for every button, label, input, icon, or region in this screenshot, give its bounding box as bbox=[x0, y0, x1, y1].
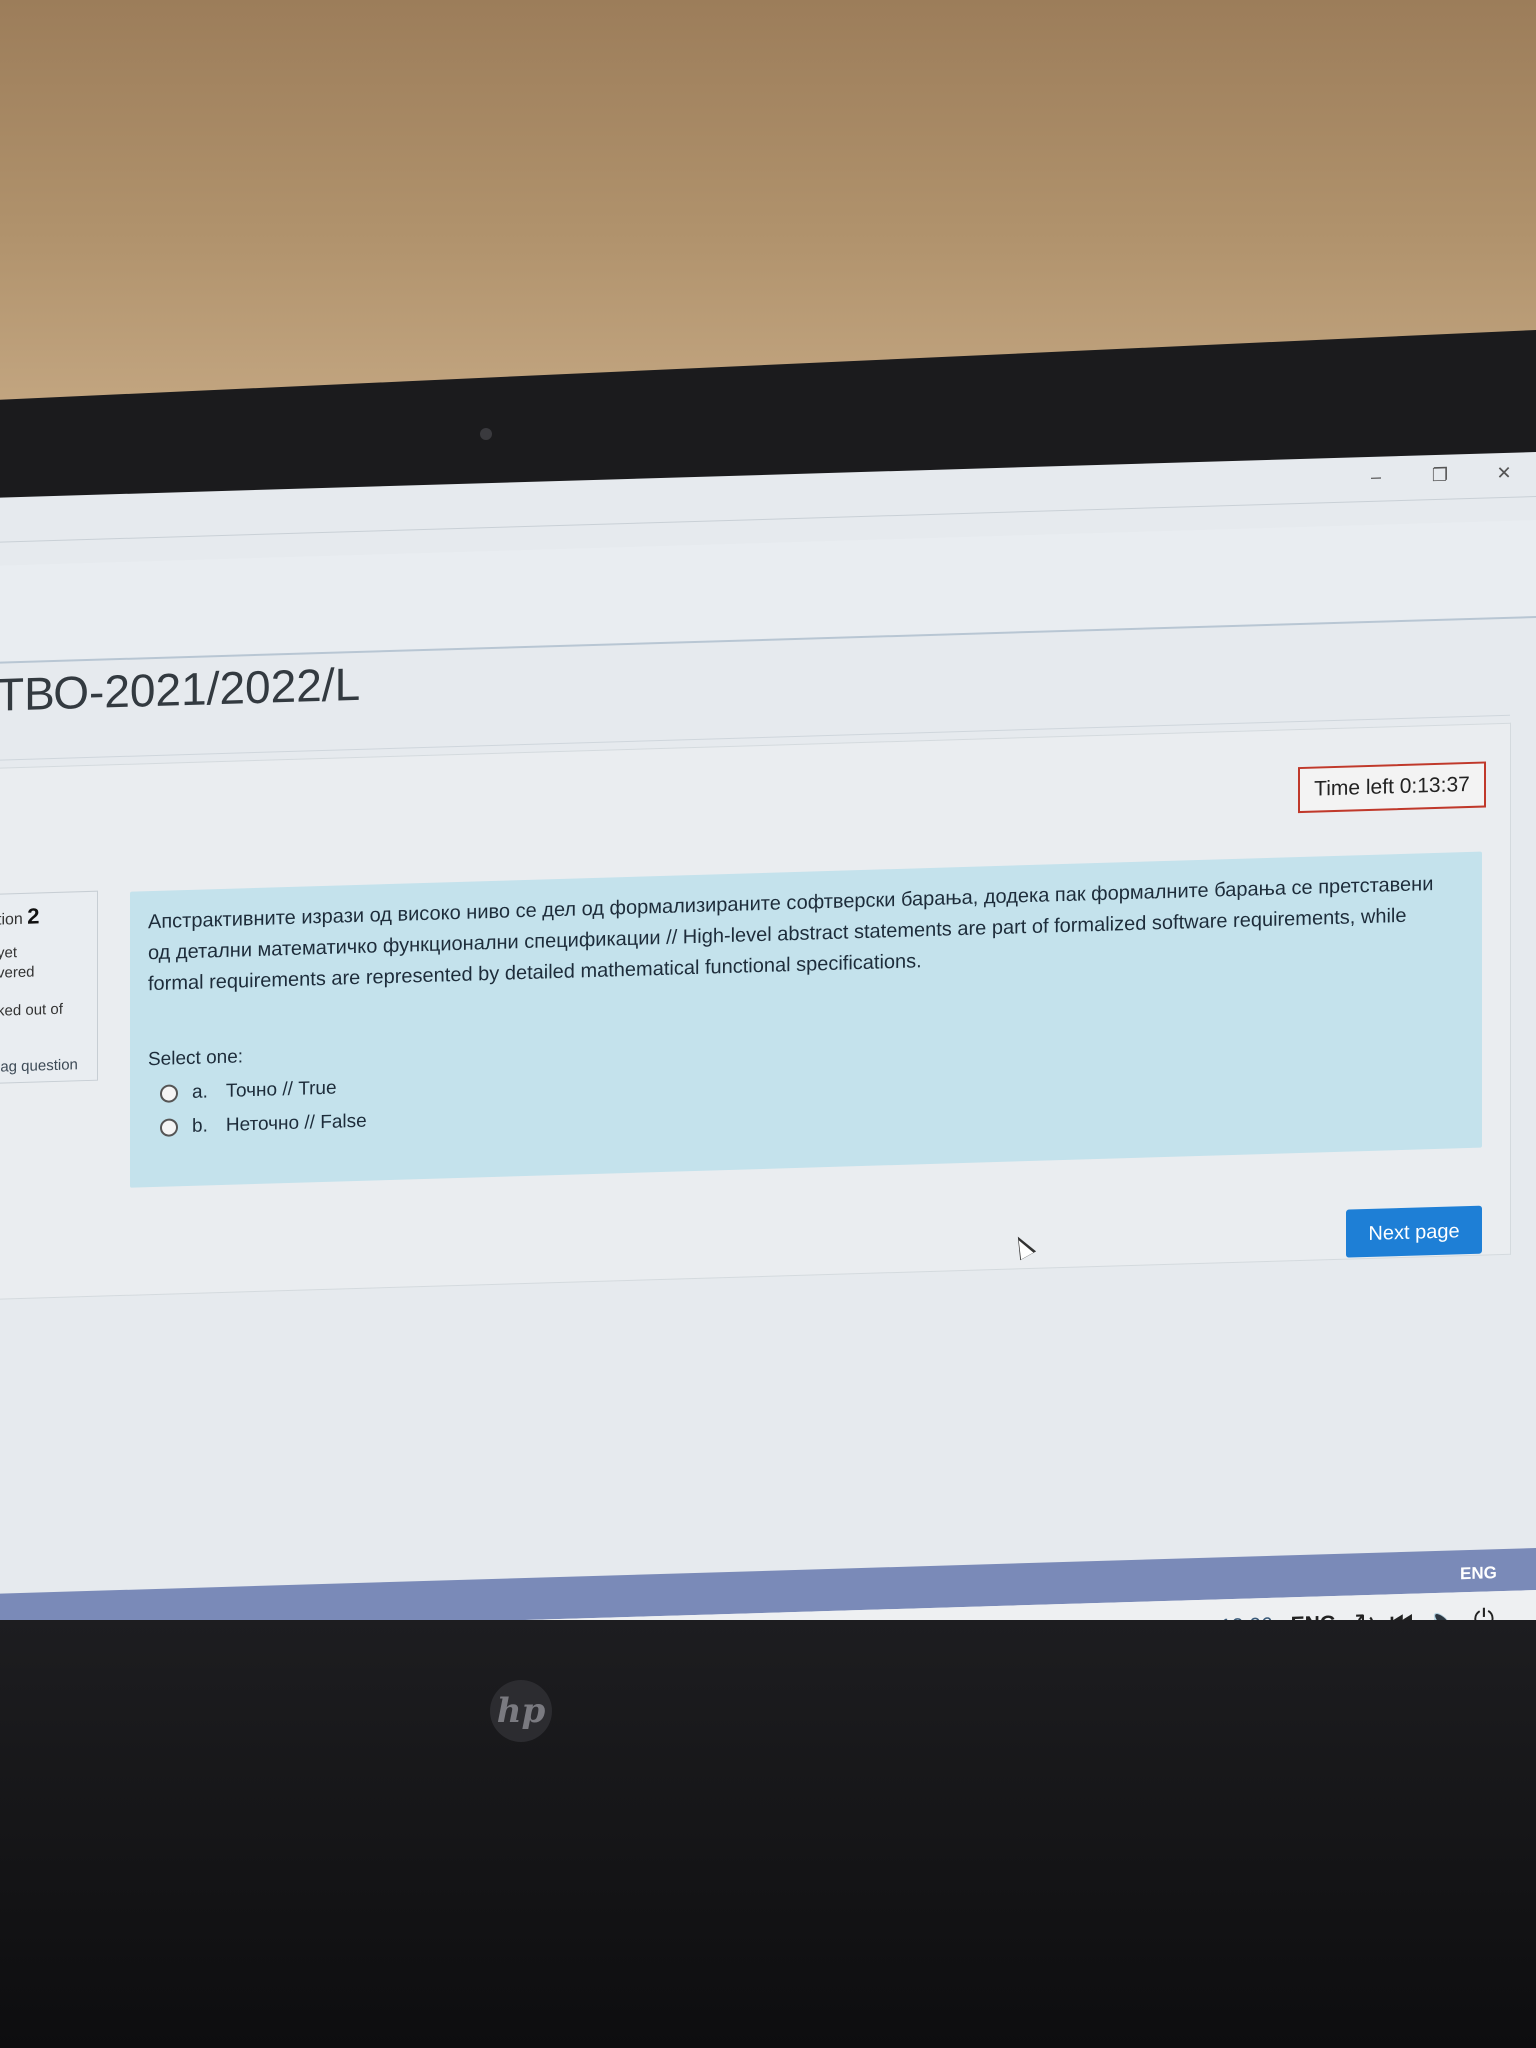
question-number-value: 2 bbox=[27, 903, 40, 929]
select-one-prompt: Select one: bbox=[148, 1046, 244, 1071]
question-info-panel: tion 2 yet vered ked out of lag question bbox=[0, 890, 98, 1084]
question-marks: ked out of bbox=[0, 1000, 63, 1020]
screen: – ❐ ✕ ТВО-2021/2022/L Time left 0:13:37 … bbox=[0, 452, 1536, 1700]
answer-option-false[interactable]: b. Неточно // False bbox=[160, 1111, 367, 1139]
radio-button[interactable] bbox=[160, 1084, 178, 1103]
laptop-bezel-bottom bbox=[0, 1620, 1536, 2048]
question-status-line2: vered bbox=[0, 963, 35, 982]
quiz-timer: Time left 0:13:37 bbox=[1298, 761, 1486, 814]
question-status-line1: yet bbox=[0, 944, 18, 962]
radio-button[interactable] bbox=[160, 1118, 178, 1137]
option-label: Точно // True bbox=[225, 1077, 337, 1102]
webcam bbox=[480, 428, 492, 440]
hp-logo: hp bbox=[490, 1680, 552, 1742]
option-letter: b. bbox=[192, 1115, 208, 1137]
minimize-icon[interactable]: – bbox=[1344, 456, 1408, 498]
window-controls: – ❐ ✕ bbox=[1344, 452, 1536, 498]
question-number-label: tion bbox=[0, 910, 23, 929]
close-icon[interactable]: ✕ bbox=[1472, 452, 1536, 494]
restore-icon[interactable]: ❐ bbox=[1408, 454, 1472, 496]
next-page-button[interactable]: Next page bbox=[1346, 1205, 1482, 1258]
flag-question-link[interactable]: lag question bbox=[0, 1056, 78, 1075]
option-letter: a. bbox=[192, 1081, 208, 1103]
answer-option-true[interactable]: a. Точно // True bbox=[160, 1078, 337, 1105]
language-indicator-top: ENG bbox=[1460, 1563, 1497, 1584]
question-box: Апстрактивните изрази од високо ниво се … bbox=[130, 851, 1482, 1188]
course-title: ТВО-2021/2022/L bbox=[0, 657, 361, 721]
question-number: tion 2 bbox=[0, 903, 40, 930]
question-text: Апстрактивните изрази од високо ниво се … bbox=[148, 873, 1434, 996]
page-header bbox=[0, 520, 1536, 664]
option-label: Неточно // False bbox=[225, 1110, 367, 1136]
